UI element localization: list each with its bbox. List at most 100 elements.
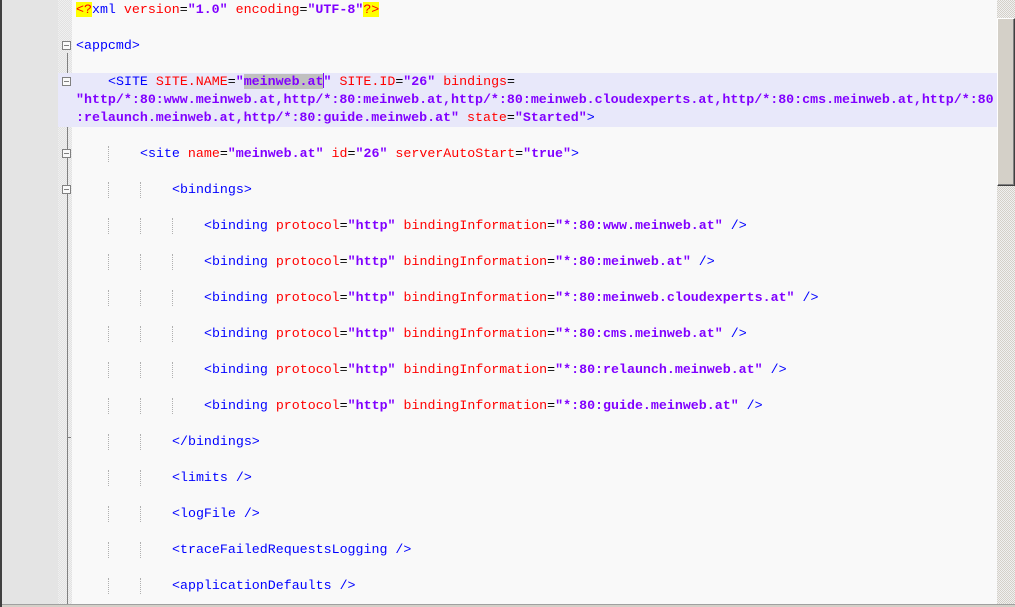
fold-collapse-icon[interactable] <box>62 149 71 158</box>
xml-punct <box>396 254 404 269</box>
xml-attribute: protocol <box>275 218 340 233</box>
xml-value: "http" <box>347 362 396 377</box>
indent-guide <box>140 470 141 486</box>
indent-guide <box>108 470 109 486</box>
indent-guide <box>172 290 173 306</box>
indent-guide <box>108 398 109 414</box>
indent-guide <box>140 254 141 270</box>
indent-guide <box>108 542 109 558</box>
xml-tag: <traceFailedRequestsLogging /> <box>172 542 412 557</box>
xml-value: " <box>235 74 244 89</box>
indent-guide <box>172 362 173 378</box>
code-line[interactable]: 5<SITE SITE.NAME="meinweb.at" SITE.ID="2… <box>58 73 997 127</box>
indent-guide <box>140 506 141 522</box>
xml-value: "http" <box>347 326 396 341</box>
fold-collapse-icon[interactable] <box>62 41 71 50</box>
code-line[interactable]: 28 <box>58 523 997 541</box>
code-editor[interactable]: 1<?xml version="1.0" encoding="UTF-8"?>2… <box>58 1 997 604</box>
code-line[interactable]: 24 <box>58 451 997 469</box>
code-line[interactable]: 26 <box>58 487 997 505</box>
code-line[interactable]: 12 <box>58 235 997 253</box>
code-line[interactable]: 23</bindings> <box>58 433 997 451</box>
vertical-scrollbar[interactable] <box>997 0 1015 604</box>
code-line[interactable]: 6 <box>58 127 997 145</box>
code-line[interactable]: 4 <box>58 55 997 73</box>
code-line[interactable]: 15<binding protocol="http" bindingInform… <box>58 289 997 307</box>
indent-guide <box>108 434 109 450</box>
xml-attribute: id <box>331 146 348 161</box>
xml-tag: /> <box>738 398 763 413</box>
code-line[interactable]: 29<traceFailedRequestsLogging /> <box>58 541 997 559</box>
code-line[interactable]: 25<limits /> <box>58 469 997 487</box>
xml-value: "1.0" <box>187 2 228 17</box>
xml-value: "http" <box>347 254 396 269</box>
code-line[interactable]: 18 <box>58 343 997 361</box>
line-text: <SITE SITE.NAME="meinweb.at" SITE.ID="26… <box>108 73 515 91</box>
xml-tag: <binding <box>204 290 276 305</box>
fold-collapse-icon[interactable] <box>62 185 71 194</box>
xml-attribute: encoding <box>235 2 300 17</box>
indent-guide <box>172 398 173 414</box>
xml-tag: > <box>586 110 595 125</box>
code-line[interactable]: 17<binding protocol="http" bindingInform… <box>58 325 997 343</box>
xml-punct: = <box>339 362 348 377</box>
xml-value: :relaunch.meinweb.at,http/*:80:guide.mei… <box>76 110 460 125</box>
xml-punct: = <box>339 326 348 341</box>
xml-tag: <binding <box>204 362 276 377</box>
xml-punct <box>228 2 236 17</box>
code-line[interactable]: 8 <box>58 163 997 181</box>
indent-guide <box>140 290 141 306</box>
xml-punct: = <box>547 398 556 413</box>
code-line[interactable]: 16 <box>58 307 997 325</box>
xml-tag: </bindings> <box>172 434 260 449</box>
indent-guide <box>140 398 141 414</box>
xml-punct: = <box>547 362 556 377</box>
code-line[interactable]: 32 <box>58 595 997 604</box>
code-line[interactable]: 14 <box>58 271 997 289</box>
xml-punct: = <box>515 146 524 161</box>
xml-punct: = <box>339 254 348 269</box>
xml-punct: = <box>339 290 348 305</box>
fold-collapse-icon[interactable] <box>62 77 71 86</box>
indent-guide <box>108 254 109 270</box>
code-line[interactable]: 7<site name="meinweb.at" id="26" serverA… <box>58 145 997 163</box>
xml-tag: /> <box>722 218 747 233</box>
indent-guide <box>140 182 141 198</box>
code-line[interactable]: 31<applicationDefaults /> <box>58 577 997 595</box>
xml-attribute: protocol <box>275 326 340 341</box>
xml-attribute: serverAutoStart <box>395 146 516 161</box>
line-number-margin <box>2 0 58 604</box>
code-line[interactable]: 21<binding protocol="http" bindingInform… <box>58 397 997 415</box>
code-line[interactable]: 11<binding protocol="http" bindingInform… <box>58 217 997 235</box>
code-line[interactable]: 2 <box>58 19 997 37</box>
line-text: <binding protocol="http" bindingInformat… <box>204 217 747 235</box>
indent-guide <box>140 578 141 594</box>
code-line[interactable]: 20 <box>58 379 997 397</box>
indent-guide <box>108 326 109 342</box>
code-line[interactable]: 27<logFile /> <box>58 505 997 523</box>
xml-tag: /> <box>690 254 715 269</box>
code-line[interactable]: 3<appcmd> <box>58 37 997 55</box>
xml-value: "*:80:cms.meinweb.at" <box>555 326 723 341</box>
line-text: <logFile /> <box>172 505 260 523</box>
xml-attribute: protocol <box>275 398 340 413</box>
xml-tag: <binding <box>204 218 276 233</box>
code-line[interactable]: 30 <box>58 559 997 577</box>
line-text: <?xml version="1.0" encoding="UTF-8"?> <box>76 1 380 19</box>
code-line[interactable]: 19<binding protocol="http" bindingInform… <box>58 361 997 379</box>
xml-value: "meinweb.at" <box>227 146 324 161</box>
code-line[interactable]: 13<binding protocol="http" bindingInform… <box>58 253 997 271</box>
xml-tag: <site <box>140 146 188 161</box>
code-line[interactable]: 10 <box>58 199 997 217</box>
line-text: <site name="meinweb.at" id="26" serverAu… <box>140 145 579 163</box>
code-line[interactable]: 22 <box>58 415 997 433</box>
xml-punct: = <box>339 218 348 233</box>
code-line[interactable]: 9<bindings> <box>58 181 997 199</box>
indent-guide <box>140 326 141 342</box>
xml-value: "26" <box>355 146 388 161</box>
scrollbar-thumb[interactable] <box>997 18 1015 186</box>
xml-declaration-marker: ?> <box>363 2 380 17</box>
xml-tag: <applicationDefaults /> <box>172 578 356 593</box>
xml-attribute: protocol <box>275 362 340 377</box>
code-line[interactable]: 1<?xml version="1.0" encoding="UTF-8"?> <box>58 1 997 19</box>
